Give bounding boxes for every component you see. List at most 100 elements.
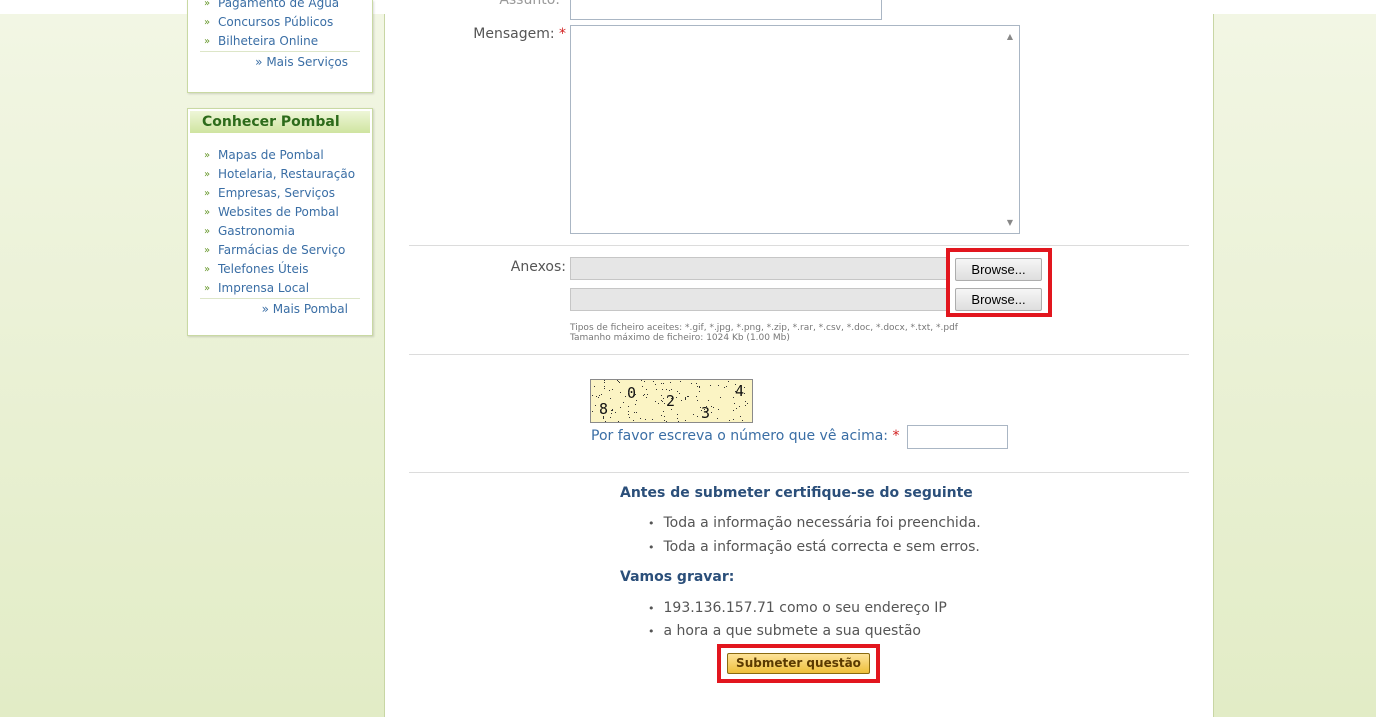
captcha-noise-dot xyxy=(610,398,611,399)
sidebar-item-mapas[interactable]: » Mapas de Pombal xyxy=(188,146,372,165)
captcha-digit: 4 xyxy=(735,382,745,400)
sidebar-item-pagamento-agua[interactable]: » Pagamento de Água xyxy=(188,0,372,13)
captcha-noise-dot xyxy=(609,390,610,391)
captcha-noise-dot xyxy=(688,396,689,397)
bullet-icon: » xyxy=(204,264,211,275)
captcha-noise-dot xyxy=(713,407,714,408)
captcha-noise-dot xyxy=(681,400,682,401)
captcha-noise-dot xyxy=(742,420,743,421)
sidebar-item-label: Imprensa Local xyxy=(218,281,310,295)
separator xyxy=(409,354,1189,355)
sidebar-item-bilheteira[interactable]: » Bilheteira Online xyxy=(188,32,372,51)
captcha-noise-dot xyxy=(664,403,665,404)
captcha-noise-dot xyxy=(604,388,605,389)
captcha-image: 8 0 2 3 4 xyxy=(590,379,753,423)
attachments-label: Anexos: xyxy=(510,259,566,275)
sidebar-item-empresas[interactable]: » Empresas, Serviços xyxy=(188,184,372,203)
more-services-link[interactable]: » Mais Serviços xyxy=(200,51,360,72)
captcha-noise-dot xyxy=(642,386,643,387)
captcha-noise-dot xyxy=(644,394,645,395)
message-label-text: Mensagem: xyxy=(473,26,555,42)
captcha-noise-dot xyxy=(595,405,596,406)
captcha-noise-dot xyxy=(656,389,657,390)
bullet-icon: » xyxy=(204,245,211,256)
file-field-1[interactable] xyxy=(570,257,948,280)
captcha-noise-dot xyxy=(662,401,663,402)
captcha-noise-dot xyxy=(740,416,741,417)
captcha-noise-dot xyxy=(628,406,629,407)
captcha-noise-dot xyxy=(729,420,730,421)
captcha-noise-dot xyxy=(633,389,634,390)
pombal-list: » Mapas de Pombal » Hotelaria, Restauraç… xyxy=(188,146,372,298)
scroll-up-icon[interactable]: ▲ xyxy=(1007,32,1013,41)
captcha-noise-dot xyxy=(629,417,630,418)
captcha-noise-dot xyxy=(726,386,727,387)
captcha-noise-dot xyxy=(620,392,621,393)
sidebar-item-hotelaria[interactable]: » Hotelaria, Restauração xyxy=(188,165,372,184)
captcha-noise-dot xyxy=(592,395,593,396)
captcha-input[interactable] xyxy=(907,425,1008,449)
captcha-noise-dot xyxy=(655,384,656,385)
captcha-noise-dot xyxy=(667,397,668,398)
bullet-icon: • xyxy=(648,517,655,530)
captcha-noise-dot xyxy=(623,402,624,403)
sidebar-item-websites[interactable]: » Websites de Pombal xyxy=(188,203,372,222)
message-textarea[interactable]: ▲ ▼ xyxy=(570,25,1020,234)
subject-input[interactable] xyxy=(570,0,882,20)
record-item-text: 193.136.157.71 como o seu endereço IP xyxy=(663,600,947,616)
captcha-noise-dot xyxy=(680,381,681,382)
captcha-noise-dot xyxy=(653,381,654,382)
bullet-icon: » xyxy=(204,226,211,237)
captcha-noise-dot xyxy=(604,380,605,381)
captcha-noise-dot xyxy=(611,413,612,414)
scroll-down-icon[interactable]: ▼ xyxy=(1007,218,1013,227)
separator xyxy=(409,245,1189,246)
highlight-box-submit xyxy=(717,644,880,683)
captcha-noise-dot xyxy=(635,404,636,405)
captcha-noise-dot xyxy=(603,418,604,419)
captcha-noise-dot xyxy=(662,389,663,390)
record-item: • a hora a que submete a sua questão xyxy=(648,623,921,639)
captcha-noise-dot xyxy=(625,396,626,397)
sidebar-item-telefones[interactable]: » Telefones Úteis xyxy=(188,260,372,279)
captcha-noise-dot xyxy=(603,417,604,418)
captcha-noise-dot xyxy=(677,391,678,392)
sidebar-item-gastronomia[interactable]: » Gastronomia xyxy=(188,222,372,241)
captcha-noise-dot xyxy=(669,403,670,404)
message-label: Mensagem: * xyxy=(440,26,566,42)
required-mark: * xyxy=(892,428,900,444)
captcha-noise-dot xyxy=(699,391,700,392)
captcha-noise-dot xyxy=(661,395,662,396)
captcha-noise-dot xyxy=(646,389,647,390)
sidebar-item-imprensa[interactable]: » Imprensa Local xyxy=(188,279,372,298)
captcha-noise-dot xyxy=(685,399,686,400)
captcha-noise-dot xyxy=(645,419,646,420)
captcha-noise-dot xyxy=(598,397,599,398)
captcha-noise-dot xyxy=(652,419,653,420)
captcha-noise-dot xyxy=(720,397,721,398)
sidebar-item-farmacias[interactable]: » Farmácias de Serviço xyxy=(188,241,372,260)
captcha-noise-dot xyxy=(728,381,729,382)
sidebar-item-label: Websites de Pombal xyxy=(218,205,339,219)
captcha-noise-dot xyxy=(691,383,692,384)
captcha-noise-dot xyxy=(699,387,700,388)
subject-label: Assunto: xyxy=(499,0,560,8)
captcha-noise-dot xyxy=(641,380,642,381)
captcha-noise-dot xyxy=(661,415,662,416)
captcha-noise-dot xyxy=(718,409,719,410)
bullet-icon: » xyxy=(204,207,211,218)
bullet-icon: » xyxy=(204,283,211,294)
captcha-noise-dot xyxy=(697,400,698,401)
captcha-noise-dot xyxy=(658,403,659,404)
captcha-noise-dot xyxy=(697,386,698,387)
sidebar-item-label: Telefones Úteis xyxy=(218,262,309,276)
captcha-noise-dot xyxy=(677,414,678,415)
file-field-2[interactable] xyxy=(570,288,948,311)
captcha-noise-dot xyxy=(717,418,718,419)
captcha-noise-dot xyxy=(596,396,597,397)
captcha-noise-dot xyxy=(661,383,662,384)
sidebar-item-concursos[interactable]: » Concursos Públicos xyxy=(188,13,372,32)
more-pombal-link[interactable]: » Mais Pombal xyxy=(200,298,360,319)
sidebar-item-label: Gastronomia xyxy=(218,224,295,238)
captcha-noise-dot xyxy=(663,411,664,412)
